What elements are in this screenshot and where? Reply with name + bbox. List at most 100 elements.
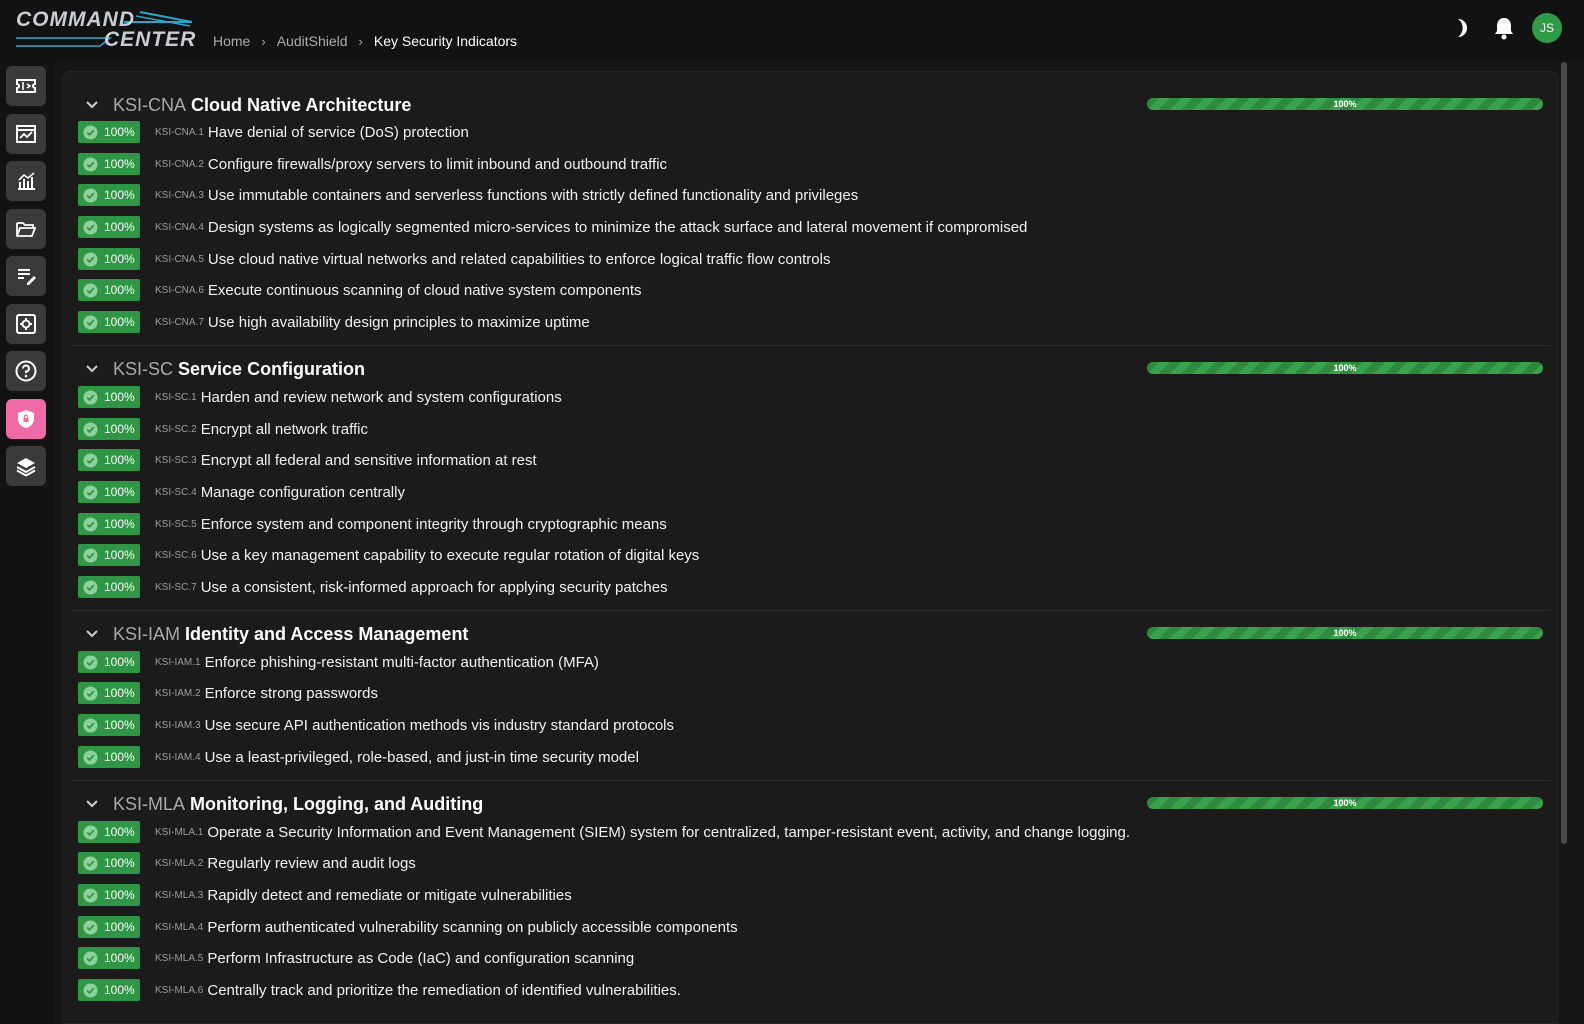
check-circle-icon	[83, 251, 98, 267]
check-circle-icon	[83, 824, 98, 840]
status-badge: 100%	[78, 576, 140, 598]
ksi-row[interactable]: 100% KSI-CNA.2 Configure firewalls/proxy s…	[78, 153, 667, 175]
sidebar-item-edit[interactable]	[6, 256, 46, 296]
ksi-row[interactable]: 100% KSI-MLA.4 Perform authenticated vulne…	[78, 916, 738, 938]
section-header[interactable]: KSI-MLA Monitoring, Logging, and Auditin…	[72, 791, 483, 817]
ksi-row[interactable]: 100% KSI-CNA.5 Use cloud native virtual ne…	[78, 248, 830, 270]
status-badge-label: 100%	[104, 856, 135, 870]
ksi-row[interactable]: 100% KSI-SC.1 Harden and review network an…	[78, 386, 562, 408]
settings-box-icon	[16, 314, 36, 334]
ksi-row[interactable]: 100% KSI-CNA.1 Have denial of service (DoS…	[78, 121, 469, 143]
ksi-row[interactable]: 100% KSI-MLA.1 Operate a Security Informat…	[78, 821, 1130, 843]
status-badge-label: 100%	[104, 315, 135, 329]
status-badge-label: 100%	[104, 390, 135, 404]
section-code: KSI-MLA	[113, 793, 186, 814]
status-badge: 100%	[78, 153, 140, 175]
progress-label: 100%	[1333, 363, 1357, 373]
ksi-id: KSI-MLA.1	[155, 826, 204, 838]
check-circle-icon	[83, 421, 98, 437]
avatar[interactable]: JS	[1532, 13, 1562, 43]
sidebar-item-files[interactable]	[6, 209, 46, 249]
section-header[interactable]: KSI-SC Service Configuration	[72, 356, 365, 382]
sidebar-item-monitor[interactable]	[6, 114, 46, 154]
ksi-row[interactable]: 100% KSI-SC.7 Use a consistent, risk-infor…	[78, 576, 668, 598]
help-icon	[15, 360, 37, 382]
status-badge: 100%	[78, 449, 140, 471]
ksi-row[interactable]: 100% KSI-CNA.6 Execute continuous scanning…	[78, 279, 642, 301]
ksi-row[interactable]: 100% KSI-IAM.4 Use a least-privileged, rol…	[78, 746, 639, 768]
section-header[interactable]: KSI-IAM Identity and Access Management	[72, 621, 468, 647]
ksi-id: KSI-IAM.2	[155, 687, 201, 699]
sidebar-item-auditshield[interactable]	[6, 399, 46, 439]
ksi-row[interactable]: 100% KSI-SC.2 Encrypt all network traffic	[78, 418, 368, 440]
ksi-row[interactable]: 100% KSI-MLA.3 Rapidly detect and remediat…	[78, 884, 572, 906]
ksi-row[interactable]: 100% KSI-CNA.4 Design systems as logically…	[78, 216, 1027, 238]
status-badge-label: 100%	[104, 188, 135, 202]
check-circle-icon	[83, 156, 98, 172]
section-title: Service Configuration	[178, 358, 366, 379]
shield-icon	[18, 410, 34, 428]
ksi-row[interactable]: 100% KSI-SC.5 Enforce system and component…	[78, 513, 667, 535]
ksi-row[interactable]: 100% KSI-IAM.1 Enforce phishing-resistant …	[78, 651, 599, 673]
ksi-text: Use immutable containers and serverless …	[207, 186, 859, 204]
ksi-row[interactable]: 100% KSI-SC.4 Manage configuration central…	[78, 481, 405, 503]
status-badge-label: 100%	[104, 157, 135, 171]
ksi-panel: KSI-CNA Cloud Native Architecture 100% 1…	[62, 71, 1558, 1024]
status-badge-label: 100%	[104, 485, 135, 499]
check-circle-icon	[83, 950, 98, 966]
status-badge: 100%	[78, 884, 140, 906]
chevron-down-icon[interactable]	[84, 796, 100, 812]
ksi-id: KSI-CNA.4	[155, 221, 204, 233]
ksi-row[interactable]: 100% KSI-CNA.7 Use high availability desig…	[78, 311, 590, 333]
chevron-down-icon[interactable]	[84, 361, 100, 377]
theme-toggle-moon-icon[interactable]	[1448, 14, 1476, 42]
ksi-row[interactable]: 100% KSI-IAM.3 Use secure API authenticati…	[78, 714, 674, 736]
ksi-id: KSI-CNA.7	[155, 316, 204, 328]
status-badge-label: 100%	[104, 825, 135, 839]
section-title: Identity and Access Management	[185, 623, 469, 644]
command-center-logo[interactable]: COMMAND CENTER	[14, 8, 196, 52]
check-circle-icon	[83, 282, 98, 298]
check-circle-icon	[83, 124, 98, 140]
bell-icon[interactable]	[1490, 14, 1518, 42]
sidebar-item-tickets[interactable]	[6, 66, 46, 106]
sidebar-item-help[interactable]	[6, 351, 46, 391]
section-progress-bar: 100%	[1147, 98, 1543, 110]
ksi-id: KSI-MLA.5	[155, 952, 204, 964]
ksi-row[interactable]: 100% KSI-MLA.5 Perform Infrastructure as C…	[78, 947, 634, 969]
sidebar-item-settings[interactable]	[6, 304, 46, 344]
ksi-text: Execute continuous scanning of cloud nat…	[207, 281, 642, 299]
scrollbar[interactable]	[1561, 62, 1567, 844]
ksi-text: Perform authenticated vulnerability scan…	[207, 918, 738, 936]
ksi-row[interactable]: 100% KSI-SC.3 Encrypt all federal and sens…	[78, 449, 537, 471]
check-circle-icon	[83, 855, 98, 871]
ksi-row[interactable]: 100% KSI-CNA.3 Use immutable containers an…	[78, 184, 858, 206]
status-badge: 100%	[78, 714, 140, 736]
ksi-text: Enforce strong passwords	[204, 684, 378, 702]
breadcrumb-home[interactable]: Home	[213, 33, 250, 49]
ksi-text: Use a least-privileged, role-based, and …	[204, 748, 639, 766]
layers-icon	[16, 458, 36, 477]
sidebar-item-analytics[interactable]	[6, 161, 46, 201]
chevron-down-icon[interactable]	[84, 97, 100, 113]
check-circle-icon	[83, 919, 98, 935]
sidebar-item-layers[interactable]	[6, 446, 46, 486]
section-header[interactable]: KSI-CNA Cloud Native Architecture	[72, 92, 411, 118]
check-circle-icon	[83, 219, 98, 235]
ksi-row[interactable]: 100% KSI-IAM.2 Enforce strong passwords	[78, 682, 378, 704]
section-divider	[72, 345, 1550, 346]
breadcrumb-auditshield[interactable]: AuditShield	[277, 33, 348, 49]
status-badge: 100%	[78, 121, 140, 143]
ksi-row[interactable]: 100% KSI-MLA.6 Centrally track and priorit…	[78, 979, 681, 1001]
ksi-text: Operate a Security Information and Event…	[207, 823, 1131, 841]
check-circle-icon	[83, 685, 98, 701]
check-circle-icon	[83, 547, 98, 563]
ksi-text: Perform Infrastructure as Code (IaC) and…	[207, 949, 635, 967]
ksi-text: Manage configuration centrally	[200, 483, 405, 501]
chevron-down-icon[interactable]	[84, 626, 100, 642]
ksi-id: KSI-CNA.3	[155, 189, 204, 201]
ksi-row[interactable]: 100% KSI-SC.6 Use a key management capabil…	[78, 544, 699, 566]
ksi-row[interactable]: 100% KSI-MLA.2 Regularly review and audit …	[78, 852, 416, 874]
status-badge: 100%	[78, 821, 140, 843]
section-title: Monitoring, Logging, and Auditing	[190, 793, 484, 814]
